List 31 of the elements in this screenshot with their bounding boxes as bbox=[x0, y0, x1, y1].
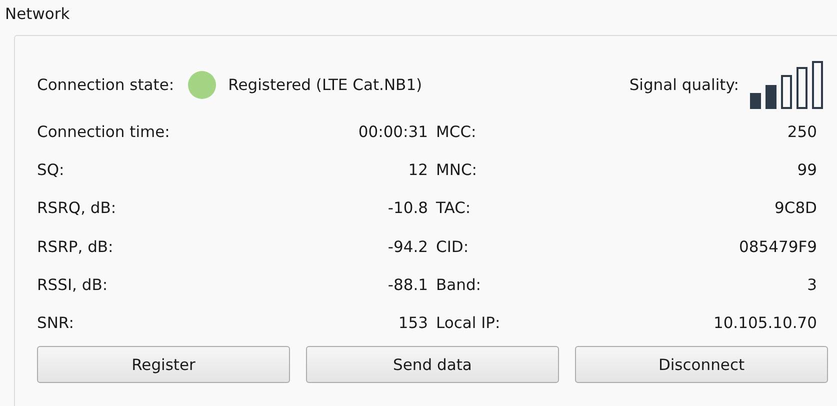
field-label: Connection time: bbox=[37, 122, 171, 143]
field-value: 153 bbox=[397, 313, 428, 334]
action-button[interactable]: Register bbox=[37, 346, 290, 384]
field-value: -10.8 bbox=[386, 198, 428, 220]
field-label: SNR: bbox=[37, 313, 75, 334]
field-value: 9C8D bbox=[774, 198, 817, 220]
field-value: 00:00:31 bbox=[357, 122, 428, 143]
field-value: -88.1 bbox=[386, 274, 428, 296]
field-label: RSRQ, dB: bbox=[37, 198, 118, 220]
status-text: Registered (LTE Cat.NB1) bbox=[228, 76, 422, 94]
field-label: Local IP: bbox=[435, 313, 502, 334]
field-value: 10.105.10.70 bbox=[712, 313, 817, 334]
field-label: RSRP, dB: bbox=[37, 236, 114, 258]
field-value: 99 bbox=[796, 160, 817, 182]
field-value: 3 bbox=[806, 274, 817, 296]
field-value: -94.2 bbox=[386, 236, 428, 258]
field-label: Signal quality: bbox=[629, 76, 739, 94]
field-label: Connection state: bbox=[37, 76, 174, 94]
action-button[interactable]: Disconnect bbox=[575, 346, 828, 384]
field-label: MNC: bbox=[435, 160, 478, 182]
field-label: TAC: bbox=[435, 198, 472, 220]
field-value: 250 bbox=[786, 122, 817, 143]
field-value: 12 bbox=[407, 160, 428, 182]
group-title: Network bbox=[5, 4, 71, 25]
field-label: SQ: bbox=[37, 160, 66, 182]
field-value: 085479F9 bbox=[738, 236, 817, 258]
field-label: CID: bbox=[435, 236, 470, 258]
field-label: MCC: bbox=[435, 122, 478, 143]
field-label: RSSI, dB: bbox=[37, 274, 109, 296]
field-label: Band: bbox=[435, 274, 482, 296]
action-button[interactable]: Send data bbox=[306, 346, 559, 384]
